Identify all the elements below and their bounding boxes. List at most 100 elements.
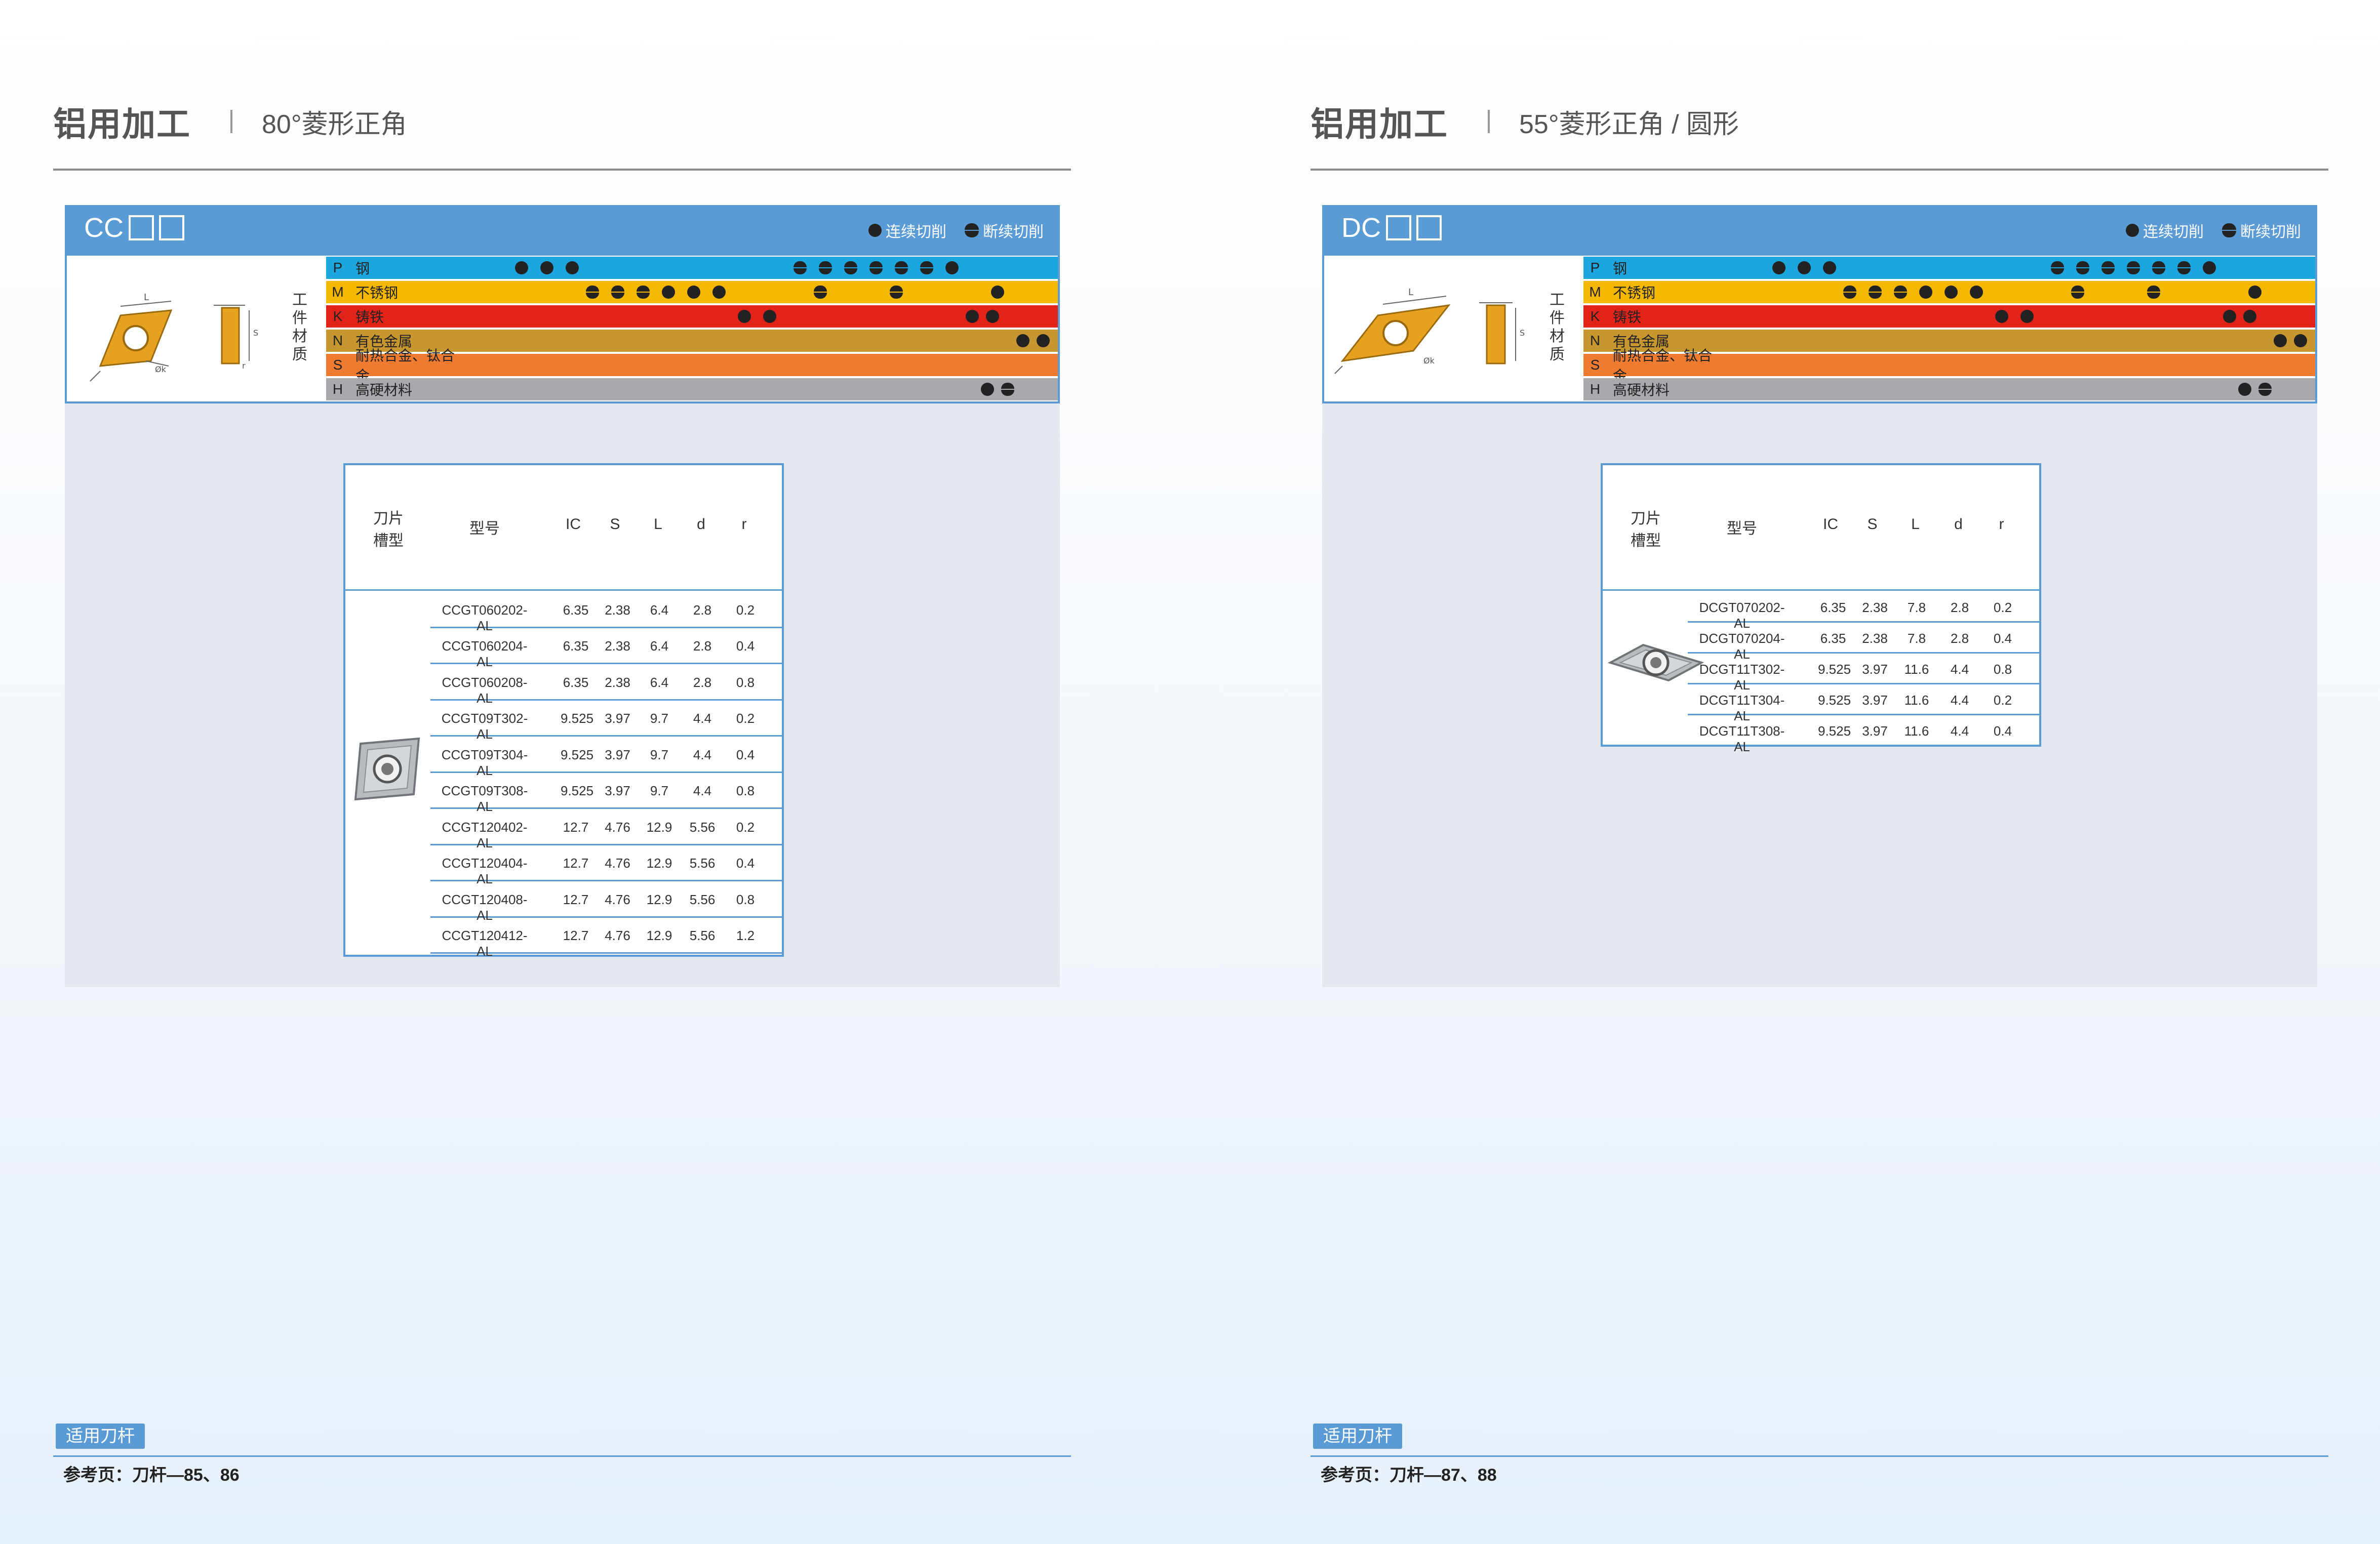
series-code: CC bbox=[84, 212, 184, 243]
continuous-cut-icon bbox=[2243, 310, 2256, 323]
value-cell: 0.2 bbox=[1993, 692, 2012, 708]
series-prefix: DC bbox=[1341, 213, 1381, 243]
footer-reference: 参考页：刀杆—85、86 bbox=[63, 1466, 240, 1485]
value-cell: 3.97 bbox=[605, 711, 630, 726]
interrupted-cut-icon bbox=[819, 261, 832, 274]
header-s: S bbox=[1867, 516, 1878, 533]
header-divider bbox=[1603, 589, 2039, 591]
header-s: S bbox=[610, 516, 620, 533]
left-page: 铝用加工 80°菱形正角 CC 连续切削 断续切削 L Øk S r 工 件 材… bbox=[0, 0, 1190, 1544]
value-cell: 2.38 bbox=[605, 638, 630, 654]
continuous-cut-icon bbox=[1995, 310, 2008, 323]
value-cell: 4.4 bbox=[1950, 692, 1969, 708]
header-divider bbox=[345, 589, 782, 591]
model-cell: DCGT11T308-AL bbox=[1699, 723, 1785, 754]
value-cell: 4.76 bbox=[605, 891, 630, 907]
continuous-cut-icon bbox=[1772, 261, 1786, 274]
material-row-s: S 耐热合金、钛合金 bbox=[326, 348, 1058, 384]
legend-continuous: 连续切削 bbox=[886, 224, 946, 240]
continuous-cut-icon bbox=[1016, 334, 1029, 347]
continuous-cut-icon bbox=[1037, 334, 1050, 347]
model-cell: DCGT11T302-AL bbox=[1699, 661, 1785, 693]
continuous-cut-icon bbox=[868, 224, 882, 237]
header-r: r bbox=[1999, 516, 2004, 533]
value-cell: 4.76 bbox=[605, 928, 630, 944]
continuous-cut-icon bbox=[1919, 286, 1932, 299]
value-cell: 6.4 bbox=[650, 674, 669, 690]
value-cell: 4.4 bbox=[693, 747, 712, 762]
interrupted-cut-icon bbox=[814, 286, 827, 299]
value-cell: 6.35 bbox=[563, 674, 589, 690]
value-cell: 2.8 bbox=[1950, 630, 1969, 646]
model-cell: CCGT120402-AL bbox=[442, 819, 528, 850]
value-cell: 11.6 bbox=[1904, 661, 1929, 677]
interrupted-cut-icon bbox=[2071, 286, 2084, 299]
continuous-cut-icon bbox=[986, 310, 999, 323]
svg-text:Øk: Øk bbox=[1423, 356, 1435, 365]
cutting-legend: 连续切削 断续切削 bbox=[2108, 219, 2301, 241]
value-cell: 6.35 bbox=[1820, 599, 1846, 615]
interrupted-cut-icon bbox=[844, 261, 857, 274]
value-cell: 11.6 bbox=[1904, 692, 1929, 708]
material-row-m: M 不锈钢 bbox=[326, 281, 1058, 303]
interrupted-cut-icon bbox=[2076, 261, 2089, 274]
value-cell: 6.4 bbox=[650, 602, 669, 618]
continuous-cut-icon bbox=[2274, 334, 2287, 347]
value-cell: 3.97 bbox=[1862, 692, 1888, 708]
continuous-cut-icon bbox=[515, 261, 528, 274]
right-page: 铝用加工 55°菱形正角 / 圆形 DC 连续切削 断续切削 L Øk S 工 … bbox=[1190, 0, 2380, 1544]
interrupted-cut-icon bbox=[1869, 286, 1882, 299]
material-row-h: H 高硬材料 bbox=[326, 378, 1058, 400]
model-cell: CCGT120412-AL bbox=[442, 928, 528, 959]
continuous-cut-icon bbox=[540, 261, 553, 274]
model-cell: CCGT09T302-AL bbox=[441, 711, 528, 742]
continuous-cut-icon bbox=[712, 286, 726, 299]
page-title: 铝用加工 bbox=[53, 105, 191, 143]
model-cell: DCGT11T304-AL bbox=[1699, 692, 1785, 723]
value-cell: 2.38 bbox=[605, 602, 630, 618]
product-panel: DC 连续切削 断续切削 L Øk S 工 件 材 质 P 钢 M 不锈钢 K … bbox=[1322, 205, 2317, 987]
value-cell: 1.2 bbox=[736, 928, 755, 944]
value-cell: 12.7 bbox=[563, 856, 589, 871]
series-code: DC bbox=[1341, 212, 1442, 243]
continuous-cut-icon bbox=[2294, 334, 2307, 347]
continuous-cut-icon bbox=[945, 261, 959, 274]
interrupted-cut-icon bbox=[2127, 261, 2140, 274]
continuous-cut-icon bbox=[2203, 261, 2216, 274]
material-row-k: K 铸铁 bbox=[326, 305, 1058, 328]
interrupted-cut-icon bbox=[637, 286, 650, 299]
continuous-cut-icon bbox=[2238, 383, 2251, 396]
header-d: d bbox=[1954, 516, 1963, 533]
value-cell: 2.38 bbox=[1862, 599, 1888, 615]
continuous-cut-icon bbox=[738, 310, 751, 323]
continuous-cut-icon bbox=[991, 286, 1004, 299]
value-cell: 0.2 bbox=[736, 819, 755, 835]
model-cell: CCGT060202-AL bbox=[442, 602, 528, 633]
value-cell: 9.525 bbox=[1818, 723, 1851, 739]
applicable-holder-tag: 适用刀杆 bbox=[1313, 1424, 1402, 1449]
header-model: 型号 bbox=[1727, 520, 1757, 537]
value-cell: 9.525 bbox=[561, 711, 594, 726]
value-cell: 6.35 bbox=[563, 602, 589, 618]
continuous-cut-icon bbox=[2020, 310, 2034, 323]
value-cell: 2.38 bbox=[1862, 630, 1888, 646]
value-cell: 2.38 bbox=[605, 674, 630, 690]
continuous-cut-icon bbox=[1798, 261, 1811, 274]
insert-photo bbox=[354, 737, 420, 801]
value-cell: 2.8 bbox=[693, 602, 712, 618]
value-cell: 0.4 bbox=[1993, 630, 2012, 646]
value-cell: 11.6 bbox=[1904, 723, 1929, 739]
interrupted-cut-icon bbox=[890, 286, 903, 299]
value-cell: 12.9 bbox=[646, 819, 672, 835]
svg-text:L: L bbox=[1408, 287, 1413, 298]
footer-rule bbox=[53, 1455, 1071, 1457]
value-cell: 4.4 bbox=[693, 783, 712, 799]
value-cell: 5.56 bbox=[689, 856, 716, 871]
model-cell: CCGT060204-AL bbox=[442, 638, 528, 670]
header-ic: IC bbox=[566, 516, 581, 533]
model-cell: CCGT120408-AL bbox=[442, 891, 528, 923]
header-rule bbox=[1311, 169, 2328, 171]
header-ic: IC bbox=[1823, 516, 1838, 533]
panel-header: CC 连续切削 断续切削 bbox=[65, 205, 1060, 254]
value-cell: 5.56 bbox=[689, 891, 716, 907]
